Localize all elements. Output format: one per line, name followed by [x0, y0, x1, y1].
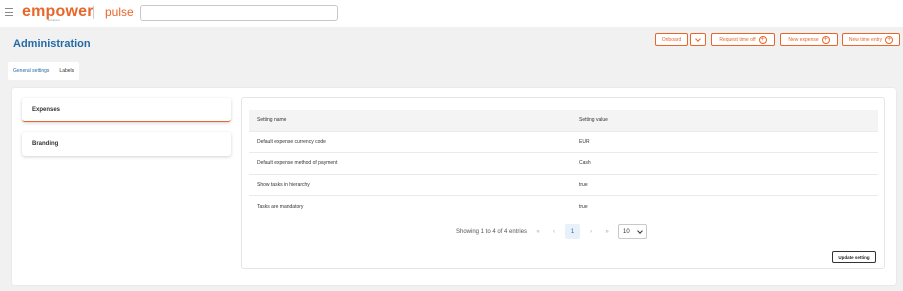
hamburger-icon[interactable] [5, 8, 13, 16]
logo-divider [93, 6, 94, 19]
table-header-row: Setting name Setting value [249, 110, 878, 131]
new-expense-button[interactable]: New expense + [780, 33, 838, 46]
new-time-entry-button[interactable]: New time entry + [842, 33, 900, 46]
top-bar: empower solutions pulse [0, 0, 903, 27]
pagination: Showing 1 to 4 of 4 entries « ‹ 1 › » 10 [456, 223, 648, 240]
page-button-current[interactable]: 1 [565, 224, 581, 239]
request-time-off-button[interactable]: Request time off + [711, 33, 775, 46]
table-row[interactable]: Show tasks in hierarchy true [249, 173, 878, 196]
page-size-value: 10 [623, 228, 630, 235]
next-page-icon[interactable]: › [586, 229, 596, 235]
tab-general-settings[interactable]: General settings [8, 62, 54, 80]
table-row[interactable]: Default expense method of payment Cash [249, 152, 878, 174]
pagination-summary: Showing 1 to 4 of 4 entries [456, 228, 528, 235]
product-name: pulse [105, 5, 134, 19]
chevron-down-icon [695, 35, 701, 42]
sidebar-item-branding[interactable]: Branding [22, 132, 231, 156]
prev-page-icon[interactable]: ‹ [549, 229, 559, 235]
table-row[interactable]: Default expense currency code EUR [249, 130, 878, 153]
setting-value-cell: true [571, 195, 878, 217]
request-time-off-label: Request time off [719, 36, 756, 43]
plus-circle-icon: + [885, 35, 894, 44]
new-expense-label: New expense [788, 36, 819, 43]
last-page-icon[interactable]: » [602, 229, 612, 235]
settings-table: Setting name Setting value Default expen… [249, 110, 878, 217]
sidebar-item-expenses[interactable]: Expenses [22, 98, 231, 122]
plus-circle-icon: + [821, 35, 830, 44]
setting-name-cell: Tasks are mandatory [249, 195, 571, 217]
plus-circle-icon: + [758, 35, 767, 44]
settings-card: Setting name Setting value Default expen… [241, 97, 885, 269]
column-header-setting-name: Setting name [257, 117, 287, 124]
search-input[interactable] [140, 5, 338, 21]
setting-name-cell: Show tasks in hierarchy [249, 173, 571, 196]
settings-panel: Expenses Branding Setting name Setting v… [12, 88, 896, 285]
onboard-dropdown-button[interactable] [690, 33, 706, 46]
setting-value-cell: EUR [571, 130, 878, 153]
table-row[interactable]: Tasks are mandatory true [249, 195, 878, 217]
setting-value-cell: true [571, 173, 878, 196]
onboard-button[interactable]: Onboard [655, 33, 688, 46]
setting-value-cell: Cash [571, 152, 878, 174]
chevron-down-icon [637, 227, 643, 234]
page-size-select[interactable]: 10 [618, 224, 648, 239]
page-title: Administration [13, 38, 91, 50]
logo-subtext: solutions [48, 18, 60, 22]
settings-tabs: General settings Labels [8, 62, 80, 80]
update-setting-button[interactable]: Update setting [832, 251, 876, 263]
column-header-setting-value: Setting value [579, 117, 608, 124]
tab-labels[interactable]: Labels [54, 62, 79, 80]
setting-name-cell: Default expense method of payment [249, 152, 571, 174]
first-page-icon[interactable]: « [533, 229, 543, 235]
onboard-label: Onboard [661, 36, 682, 43]
new-time-entry-label: New time entry [848, 36, 883, 43]
setting-name-cell: Default expense currency code [249, 130, 571, 153]
